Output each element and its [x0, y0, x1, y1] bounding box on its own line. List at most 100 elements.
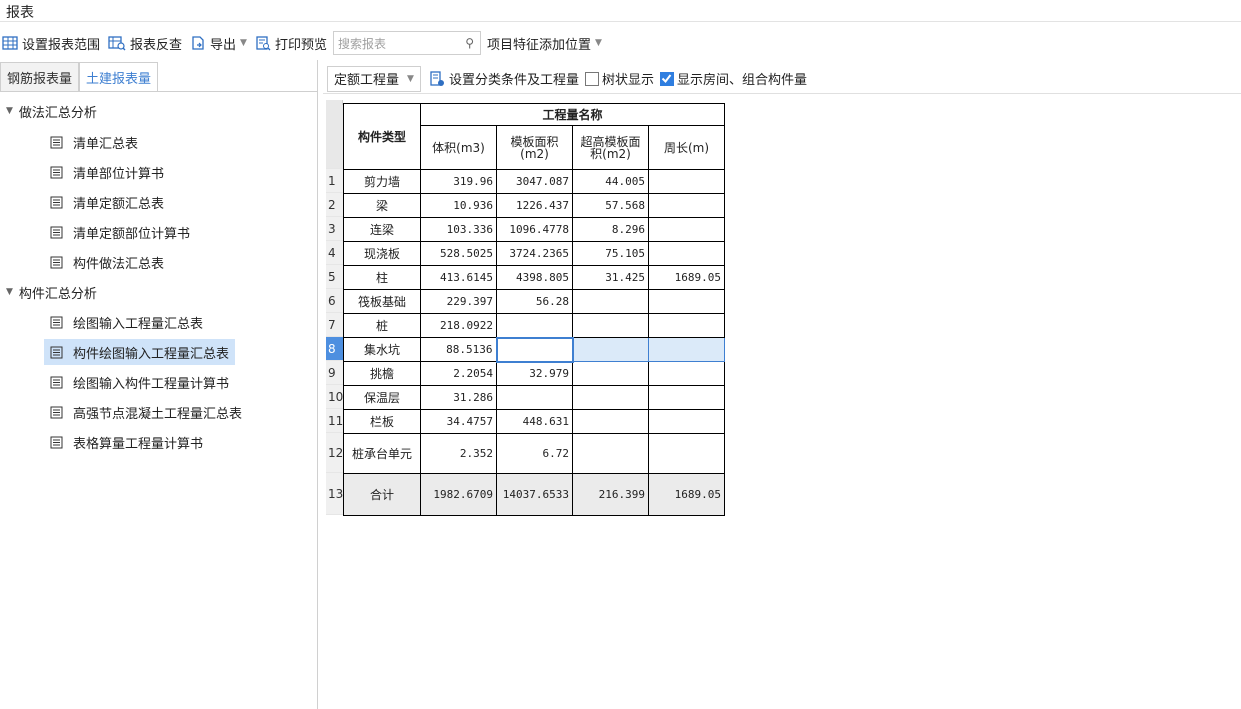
cell-value[interactable]: 2.352	[420, 433, 497, 474]
row-number-selected[interactable]: 8	[326, 337, 343, 361]
search-input[interactable]: 搜索报表 ⚲	[332, 31, 481, 55]
cell-value[interactable]	[648, 361, 725, 386]
cell-value[interactable]	[572, 313, 649, 338]
row-number[interactable]: 6	[326, 289, 343, 313]
tree-item[interactable]: 清单定额部位计算书	[44, 219, 196, 245]
row-number[interactable]: 9	[326, 361, 343, 385]
row-number[interactable]: 11	[326, 409, 343, 433]
cell-value[interactable]	[648, 385, 725, 410]
cell-value[interactable]	[648, 289, 725, 314]
tab-civil-report[interactable]: 土建报表量	[79, 62, 159, 92]
cell-value[interactable]	[572, 409, 649, 434]
row-number[interactable]: 13	[326, 473, 343, 515]
tree-item[interactable]: 清单汇总表	[44, 129, 144, 155]
collapse-triangle-icon[interactable]: ▼	[6, 106, 13, 116]
cell-value[interactable]: 10.936	[420, 193, 497, 218]
cell-value[interactable]: 88.5136	[420, 337, 497, 362]
cell-value[interactable]: 3724.2365	[496, 241, 573, 266]
cell-value[interactable]: 218.0922	[420, 313, 497, 338]
cell-value[interactable]: 1689.05	[648, 473, 725, 516]
table-row-total[interactable]: 合计 1982.6709 14037.6533 216.399 1689.05	[343, 473, 725, 516]
cell-value[interactable]: 57.568	[572, 193, 649, 218]
cell-value[interactable]: 4398.805	[496, 265, 573, 290]
tab-rebar-report[interactable]: 钢筋报表量	[0, 62, 80, 92]
search-icon[interactable]: ⚲	[465, 36, 474, 50]
tree-item[interactable]: 绘图输入构件工程量计算书	[44, 369, 235, 395]
cell-value[interactable]: 1096.4778	[496, 217, 573, 242]
table-row[interactable]: 连梁 103.336 1096.4778 8.296	[343, 217, 725, 242]
row-number[interactable]: 12	[326, 433, 343, 473]
reverse-check-button[interactable]: 报表反查	[106, 31, 188, 55]
cell-value[interactable]	[572, 361, 649, 386]
table-row[interactable]: 梁 10.936 1226.437 57.568	[343, 193, 725, 218]
row-number[interactable]: 5	[326, 265, 343, 289]
cell-value[interactable]	[496, 385, 573, 410]
cell-value[interactable]: 44.005	[572, 169, 649, 194]
tree-group-component-summary[interactable]: ▼ 构件汇总分析	[6, 281, 97, 303]
cell-component[interactable]: 现浇板	[343, 241, 421, 266]
tree-item[interactable]: 清单定额汇总表	[44, 189, 170, 215]
cell-value[interactable]: 448.631	[496, 409, 573, 434]
cell-value[interactable]: 6.72	[496, 433, 573, 474]
cell-component[interactable]: 集水坑	[343, 337, 421, 362]
table-row[interactable]: 桩承台单元 2.352 6.72	[343, 433, 725, 474]
cell-value[interactable]: 31.425	[572, 265, 649, 290]
set-range-button[interactable]: 设置报表范围	[0, 31, 106, 55]
cell-value[interactable]: 2.2054	[420, 361, 497, 386]
cell-value[interactable]: 14037.6533	[496, 473, 573, 516]
cell-value[interactable]: 103.336	[420, 217, 497, 242]
cell-component[interactable]: 桩	[343, 313, 421, 338]
cell-component[interactable]: 剪力墙	[343, 169, 421, 194]
cell-value[interactable]: 1226.437	[496, 193, 573, 218]
cell-value[interactable]: 413.6145	[420, 265, 497, 290]
feature-position-dropdown[interactable]: 项目特征添加位置 ▼	[485, 31, 608, 55]
table-row-selected[interactable]: 集水坑 88.5136	[343, 336, 725, 363]
cell-value[interactable]: 56.28	[496, 289, 573, 314]
print-preview-button[interactable]: 打印预览	[253, 31, 333, 55]
tree-item[interactable]: 绘图输入工程量汇总表	[44, 309, 209, 335]
cell-component[interactable]: 连梁	[343, 217, 421, 242]
cell-value[interactable]	[572, 289, 649, 314]
cell-value[interactable]	[648, 313, 725, 338]
cell-value[interactable]: 1689.05	[648, 265, 725, 290]
table-row[interactable]: 栏板 34.4757 448.631	[343, 409, 725, 434]
row-number[interactable]: 10	[326, 385, 343, 409]
table-row[interactable]: 挑檐 2.2054 32.979	[343, 361, 725, 386]
set-conditions-button[interactable]: 设置分类条件及工程量	[429, 69, 579, 88]
tree-item-selected[interactable]: 构件绘图输入工程量汇总表	[44, 339, 236, 365]
tree-item[interactable]: 高强节点混凝土工程量汇总表	[44, 399, 248, 425]
table-row[interactable]: 筏板基础 229.397 56.28	[343, 289, 725, 314]
row-number[interactable]: 1	[326, 169, 343, 193]
cell-value[interactable]: 319.96	[420, 169, 497, 194]
cell-value[interactable]: 528.5025	[420, 241, 497, 266]
tree-item[interactable]: 清单部位计算书	[44, 159, 170, 185]
quantity-type-select[interactable]: 定额工程量 ▼	[327, 65, 421, 92]
cell-component[interactable]: 筏板基础	[343, 289, 421, 314]
tree-view-checkbox[interactable]	[584, 71, 599, 86]
table-row[interactable]: 剪力墙 319.96 3047.087 44.005	[343, 169, 725, 194]
cell-value[interactable]	[648, 409, 725, 434]
show-rooms-checkbox[interactable]	[659, 71, 674, 86]
cell-value[interactable]	[572, 433, 649, 474]
cell-value[interactable]: 3047.087	[496, 169, 573, 194]
cell-value[interactable]	[648, 169, 725, 194]
cell-value[interactable]	[572, 385, 649, 410]
row-number[interactable]: 4	[326, 241, 343, 265]
cell-component[interactable]: 桩承台单元	[343, 433, 421, 474]
cell-component[interactable]: 栏板	[343, 409, 421, 434]
tree-group-method-summary[interactable]: ▼ 做法汇总分析	[6, 100, 97, 122]
cell-value[interactable]: 31.286	[420, 385, 497, 410]
table-row[interactable]: 现浇板 528.5025 3724.2365 75.105	[343, 241, 725, 266]
cell-value[interactable]	[648, 337, 725, 362]
row-number[interactable]: 3	[326, 217, 343, 241]
cell-component[interactable]: 合计	[343, 473, 421, 516]
cell-value[interactable]	[648, 217, 725, 242]
cell-value[interactable]	[648, 241, 725, 266]
row-number[interactable]: 7	[326, 313, 343, 337]
cell-value-active[interactable]	[495, 336, 574, 363]
cell-value[interactable]	[572, 337, 649, 362]
collapse-triangle-icon[interactable]: ▼	[6, 287, 13, 297]
cell-component[interactable]: 柱	[343, 265, 421, 290]
export-button[interactable]: 导出 ▼	[188, 31, 253, 55]
cell-value[interactable]: 75.105	[572, 241, 649, 266]
